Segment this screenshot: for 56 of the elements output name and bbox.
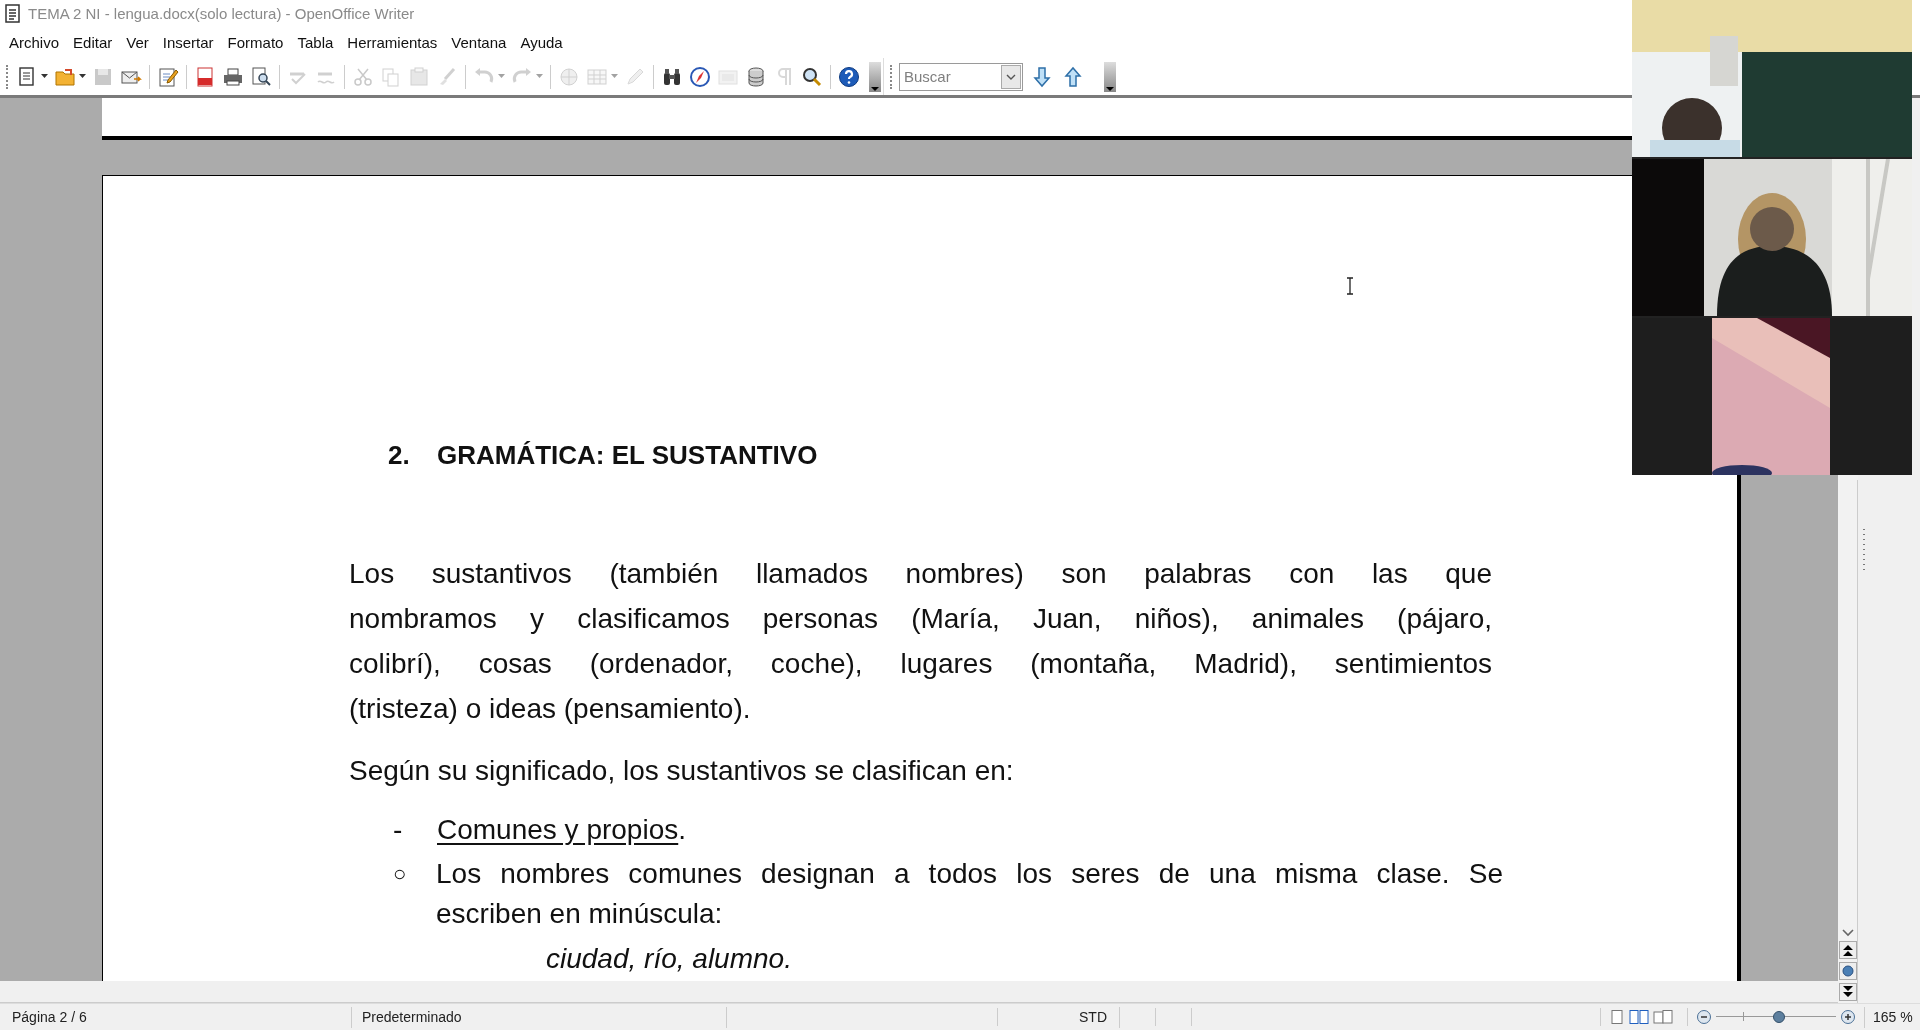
vertical-scrollbar[interactable] bbox=[1838, 480, 1858, 1003]
zoom-out-icon[interactable] bbox=[1696, 1009, 1712, 1025]
menu-item[interactable]: Herramientas bbox=[340, 31, 445, 55]
book-view-icon[interactable] bbox=[1653, 1009, 1673, 1025]
menu-item[interactable]: Editar bbox=[66, 31, 120, 55]
toolbar-grip[interactable] bbox=[890, 64, 893, 89]
previous-page-icon[interactable] bbox=[1838, 941, 1857, 959]
edit-document-icon[interactable] bbox=[157, 65, 179, 88]
find-previous-icon[interactable] bbox=[1064, 65, 1082, 88]
list-item-text: Los nombres comunes designan a todos los seres de una misma clase. Se escriben en minúscula: bbox=[436, 857, 1503, 931]
zoom-slider[interactable] bbox=[1716, 1009, 1836, 1025]
caret-icon[interactable] bbox=[41, 74, 48, 79]
caret-icon bbox=[1106, 85, 1114, 92]
scroll-down-icon[interactable] bbox=[1840, 928, 1855, 938]
menu-item[interactable]: Insertar bbox=[155, 31, 221, 55]
text-cursor-icon bbox=[1346, 277, 1354, 295]
zoom-level[interactable]: 165 % bbox=[1864, 1006, 1920, 1028]
database-icon[interactable] bbox=[745, 65, 767, 88]
menu-item[interactable]: Formato bbox=[220, 31, 291, 55]
caret-icon[interactable] bbox=[79, 74, 86, 79]
heading-number: 2. bbox=[388, 439, 411, 472]
magnifier-page-icon[interactable] bbox=[250, 65, 272, 88]
page-style[interactable]: Predeterminado bbox=[352, 1006, 727, 1028]
dropdown-icon[interactable] bbox=[1001, 64, 1021, 89]
menu-item[interactable]: Ver bbox=[119, 31, 156, 55]
menu-item[interactable]: Ayuda bbox=[513, 31, 570, 55]
list-marker: - bbox=[393, 813, 404, 847]
two-pages-icon[interactable] bbox=[1629, 1009, 1649, 1025]
menu-item[interactable]: Tabla bbox=[290, 31, 341, 55]
body-paragraph: Según su significado, los sustantivos se clasifican en: bbox=[349, 754, 1015, 788]
single-page-icon[interactable] bbox=[1609, 1009, 1625, 1025]
zoom-in-icon[interactable] bbox=[1840, 1009, 1856, 1025]
menu-item[interactable]: Ventana bbox=[444, 31, 514, 55]
help-icon[interactable] bbox=[838, 65, 860, 88]
selection-mode[interactable]: STD bbox=[998, 1006, 1120, 1028]
compass-icon[interactable] bbox=[689, 65, 711, 88]
caret-icon bbox=[871, 85, 879, 92]
printer-icon[interactable] bbox=[222, 65, 244, 88]
menu-item[interactable]: Archivo bbox=[2, 31, 67, 55]
next-page-icon[interactable] bbox=[1838, 983, 1857, 1001]
document-icon bbox=[4, 4, 22, 24]
window-title: TEMA 2 NI - lengua.docx(solo lectura) - OpenOffice Writer bbox=[28, 3, 415, 24]
find-next-icon[interactable] bbox=[1033, 65, 1051, 88]
list-item-text: Comunes y propios. bbox=[437, 813, 686, 847]
body-paragraph: Los sustantivos (también llamados nombres) son palabras con las que nombramos y clasificamos personas (María, Juan, niños), animales (pájaro, colibrí), cosas (ordenador, coche), lugares (montaña, Madrid), sentimientos (tristeza) o ideas (pensamiento). bbox=[349, 557, 1492, 726]
magnifier-icon[interactable] bbox=[801, 65, 823, 88]
list-marker: ○ bbox=[393, 860, 408, 888]
overflow-button[interactable] bbox=[1104, 61, 1116, 92]
navigation-icon[interactable] bbox=[1838, 962, 1857, 980]
example-text: ciudad, río, alumno. bbox=[546, 942, 793, 976]
toolbar-grip[interactable] bbox=[6, 64, 9, 89]
overflow-button[interactable] bbox=[869, 61, 881, 92]
section-heading: GRAMÁTICA: EL SUSTANTIVO bbox=[437, 439, 818, 472]
page-count[interactable]: Página 2 / 6 bbox=[0, 1006, 352, 1028]
slider-thumb[interactable] bbox=[1773, 1011, 1786, 1023]
pdf-icon[interactable] bbox=[194, 65, 216, 88]
